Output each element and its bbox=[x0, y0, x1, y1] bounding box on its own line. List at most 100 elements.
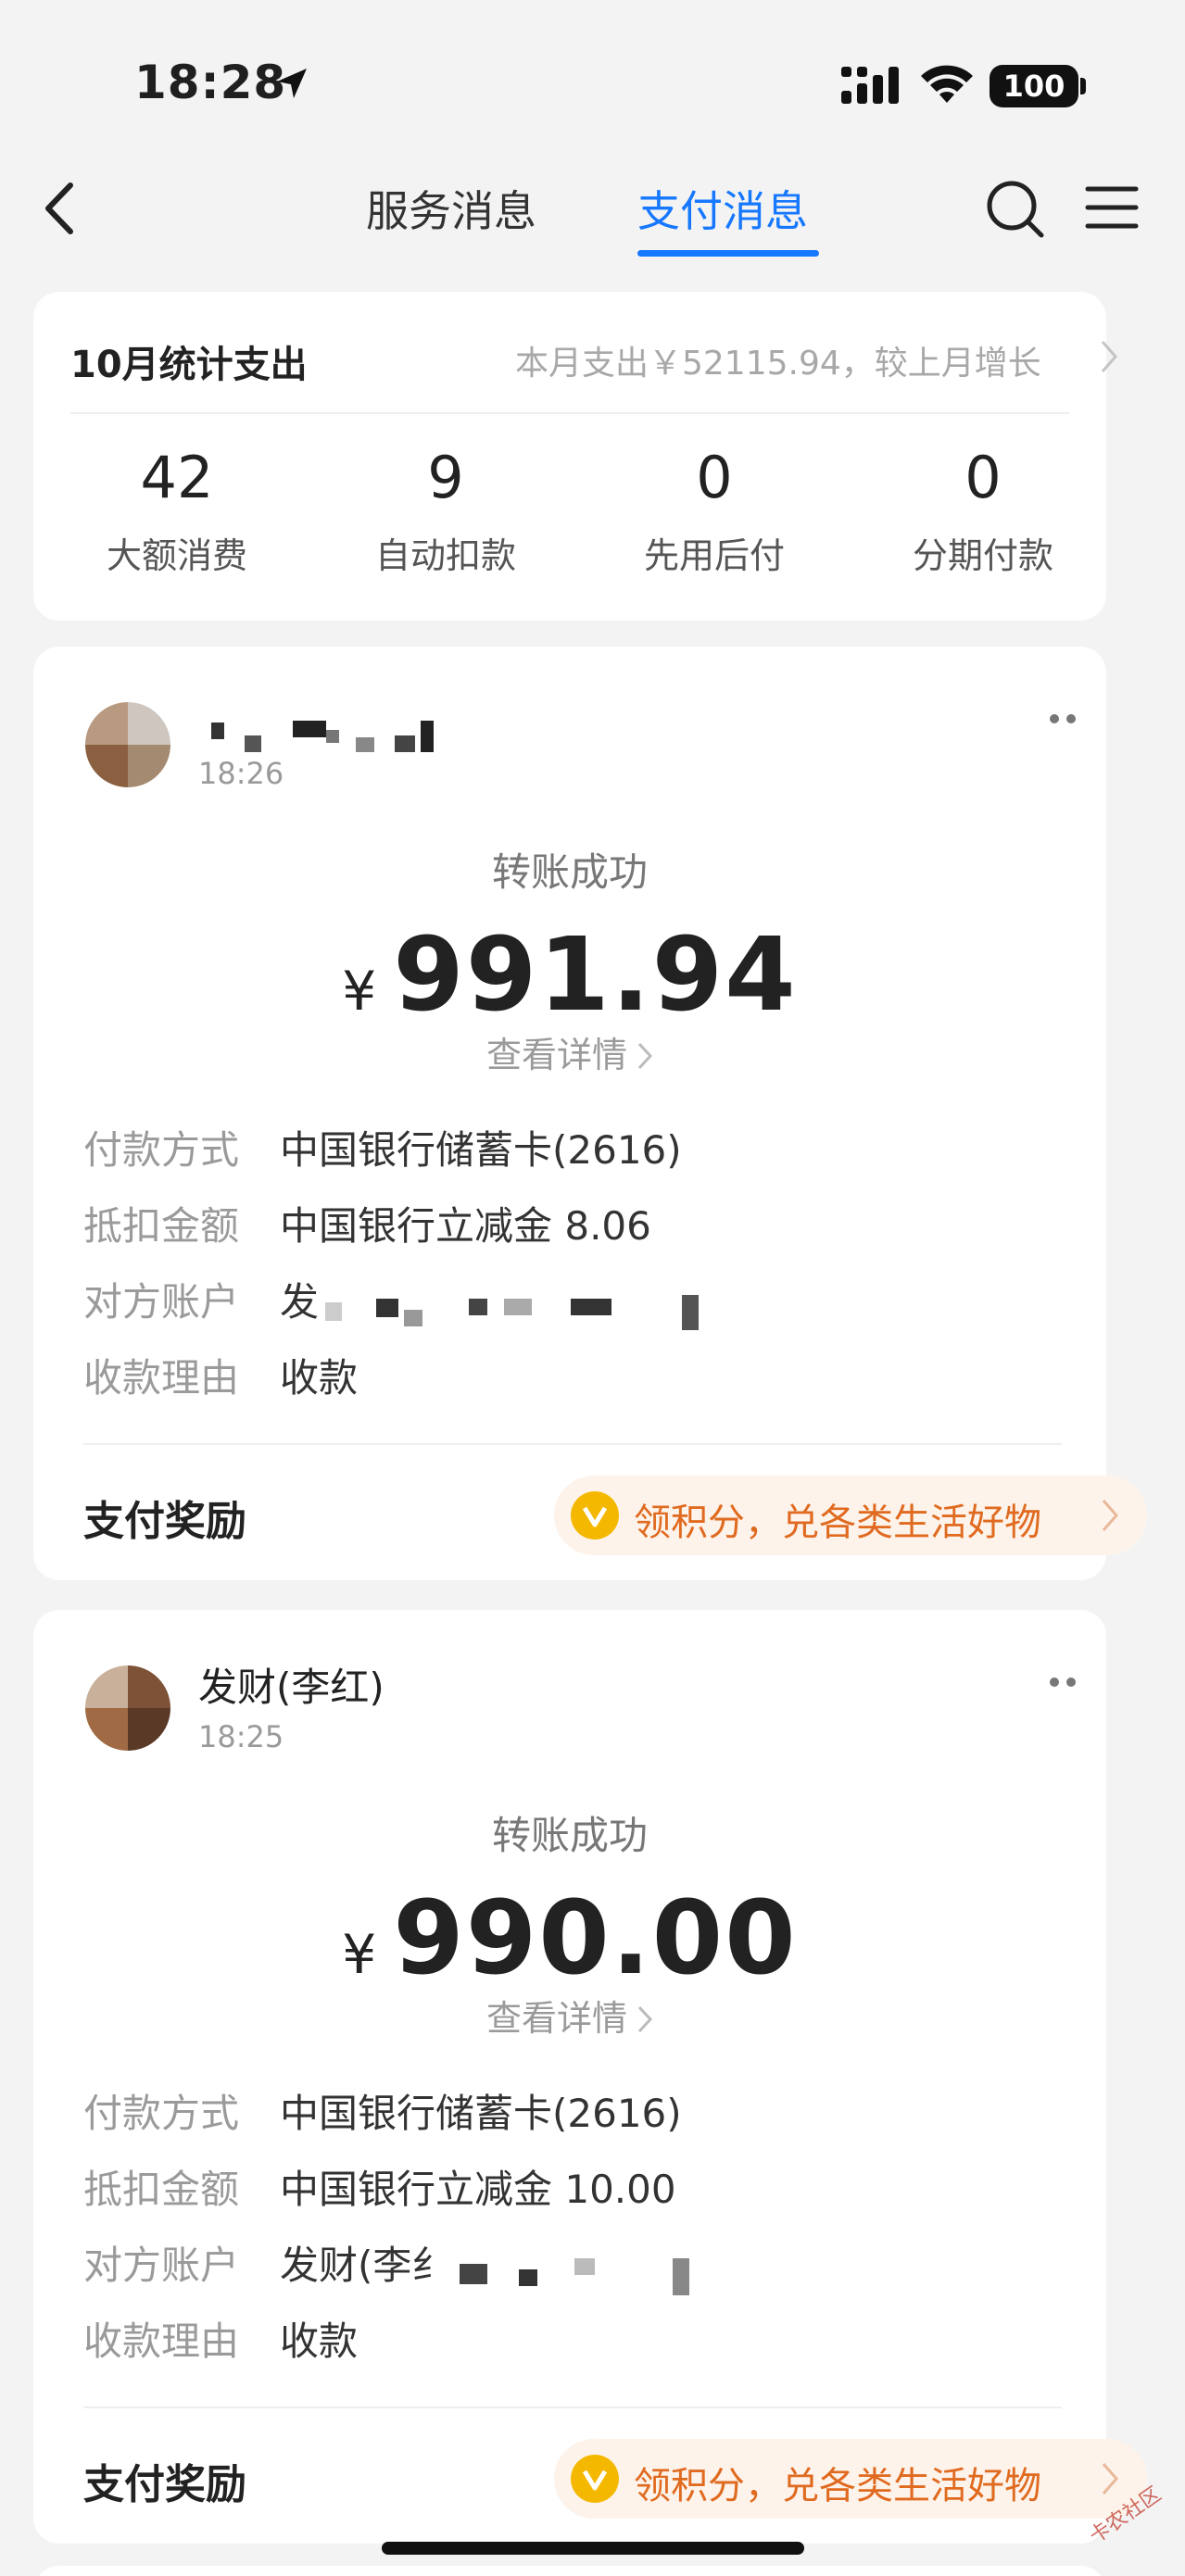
masked-account-pixel bbox=[574, 2258, 595, 2275]
view-details-label: 查看详情 bbox=[485, 1998, 627, 2039]
reward-points-button[interactable]: 领积分，兑各类生活好物 bbox=[554, 2439, 1147, 2519]
field-deduction: 抵扣金额 中国银行立减金 8.06 bbox=[83, 1195, 651, 1251]
divider bbox=[83, 1443, 1062, 1445]
field-label: 收款理由 bbox=[83, 1355, 240, 1401]
view-details-link[interactable]: 查看详情 bbox=[33, 1026, 1106, 1077]
monthly-summary-card[interactable]: 10月统计支出 本月支出￥52115.94，较上月增长 42 大额消费 9 自动… bbox=[33, 292, 1117, 621]
masked-account-pixel bbox=[519, 2269, 537, 2286]
avatar bbox=[85, 702, 170, 787]
divider bbox=[83, 2406, 1062, 2408]
field-value: 收款 bbox=[280, 1355, 359, 1401]
coin-icon bbox=[571, 1491, 619, 1539]
field-counterparty: 对方账户 发财(李纟 bbox=[83, 2234, 450, 2291]
view-details-label: 查看详情 bbox=[485, 1035, 627, 1075]
field-payment-method: 付款方式 中国银行储蓄卡(2616) bbox=[83, 2082, 682, 2139]
reward-label: 支付奖励 bbox=[83, 1498, 246, 1545]
status-time: 18:28 bbox=[134, 56, 287, 109]
field-label: 抵扣金额 bbox=[83, 1203, 240, 1249]
more-options-icon[interactable] bbox=[1045, 1673, 1082, 1691]
coin-icon bbox=[571, 2455, 619, 2503]
masked-account-pixel bbox=[325, 1302, 342, 1321]
nav-bar: 服务消息 支付消息 bbox=[0, 157, 1185, 259]
chevron-right-icon bbox=[637, 2005, 653, 2033]
field-reason: 收款理由 收款 bbox=[83, 1347, 358, 1403]
stat-label: 大额消费 bbox=[106, 535, 247, 576]
stat-value: 0 bbox=[964, 444, 1002, 511]
divider bbox=[70, 412, 1069, 414]
field-label: 付款方式 bbox=[83, 1127, 240, 1173]
field-label: 抵扣金额 bbox=[83, 2167, 240, 2212]
transaction-status: 转账成功 bbox=[491, 849, 648, 895]
tab-payment-messages[interactable]: 支付消息 bbox=[637, 178, 808, 239]
status-bar: 18:28 100 bbox=[0, 0, 1185, 139]
field-value: 收款 bbox=[280, 2318, 359, 2364]
stat-large-spend[interactable]: 42 大额消费 bbox=[43, 449, 311, 578]
amount-row: ¥990.00 bbox=[33, 1879, 1106, 1997]
transaction-time: 18:26 bbox=[198, 756, 284, 791]
view-details-link[interactable]: 查看详情 bbox=[33, 1990, 1106, 2041]
field-deduction: 抵扣金额 中国银行立减金 10.00 bbox=[83, 2158, 676, 2215]
avatar bbox=[85, 1665, 170, 1751]
field-payment-method: 付款方式 中国银行储蓄卡(2616) bbox=[83, 1119, 682, 1175]
chevron-right-icon bbox=[637, 1042, 653, 1070]
field-value: 发财(李纟 bbox=[280, 2243, 451, 2288]
battery-indicator: 100 bbox=[990, 65, 1078, 107]
chevron-right-icon bbox=[1101, 341, 1117, 372]
masked-account-pixel bbox=[682, 1295, 699, 1330]
reward-label: 支付奖励 bbox=[83, 2461, 246, 2508]
transaction-amount: 991.94 bbox=[393, 915, 798, 1034]
masked-sender-name bbox=[211, 711, 452, 754]
stat-value: 0 bbox=[696, 444, 733, 511]
stat-value: 42 bbox=[140, 444, 214, 511]
stat-auto-debit[interactable]: 9 自动扣款 bbox=[311, 449, 580, 578]
stat-installments[interactable]: 0 分期付款 bbox=[849, 449, 1117, 578]
stat-pay-later[interactable]: 0 先用后付 bbox=[580, 449, 849, 578]
field-value: 发 bbox=[280, 1279, 320, 1325]
masked-account-pixel bbox=[571, 1299, 611, 1315]
field-label: 付款方式 bbox=[83, 2091, 240, 2136]
field-label: 收款理由 bbox=[83, 2318, 240, 2364]
field-counterparty: 对方账户发 bbox=[83, 1271, 319, 1327]
menu-icon[interactable] bbox=[1084, 182, 1140, 233]
field-value: 中国银行储蓄卡(2616) bbox=[280, 2091, 682, 2136]
field-label: 对方账户 bbox=[83, 2243, 240, 2288]
amount-row: ¥991.94 bbox=[33, 915, 1106, 1034]
active-tab-indicator bbox=[637, 250, 819, 257]
currency-symbol: ¥ bbox=[342, 1923, 377, 1986]
next-card-peek bbox=[33, 2566, 1106, 2576]
masked-account-pixel bbox=[673, 2258, 689, 2295]
reward-text: 领积分，兑各类生活好物 bbox=[634, 2465, 1041, 2507]
summary-subtitle[interactable]: 本月支出￥52115.94，较上月增长 bbox=[515, 336, 1041, 384]
battery-tip bbox=[1080, 78, 1086, 94]
chevron-right-icon bbox=[1102, 1500, 1118, 1531]
transaction-card[interactable]: 发财(李红) 18:25 转账成功 ¥990.00 查看详情 付款方式 中国银行储… bbox=[33, 1610, 1147, 2544]
home-indicator bbox=[382, 2542, 804, 2555]
tab-service-messages[interactable]: 服务消息 bbox=[366, 178, 536, 239]
field-reason: 收款理由 收款 bbox=[83, 2310, 358, 2367]
field-label: 对方账户 bbox=[83, 1279, 240, 1325]
cellular-signal-icon bbox=[841, 67, 899, 104]
back-arrow-icon[interactable] bbox=[37, 174, 83, 243]
transaction-status: 转账成功 bbox=[491, 1813, 648, 1858]
more-options-icon[interactable] bbox=[1045, 710, 1082, 728]
sender-name: 发财(李红) bbox=[198, 1665, 384, 1710]
masked-account-pixel bbox=[469, 1299, 487, 1315]
transaction-card[interactable]: 18:26 转账成功 ¥991.94 查看详情 付款方式 中国银行储蓄卡(2616… bbox=[33, 647, 1147, 1580]
reward-text: 领积分，兑各类生活好物 bbox=[634, 1502, 1041, 1544]
masked-account-pixel bbox=[376, 1299, 398, 1317]
stat-label: 自动扣款 bbox=[374, 535, 516, 576]
payment-messages-screen: 18:28 100 服务消息 支付消息 10月统计支出 本月支出￥52115.9… bbox=[0, 0, 1185, 2576]
currency-symbol: ¥ bbox=[342, 960, 377, 1023]
summary-title: 10月统计支出 bbox=[70, 344, 308, 386]
wifi-icon bbox=[921, 65, 973, 103]
stat-label: 分期付款 bbox=[912, 535, 1053, 576]
search-icon[interactable] bbox=[982, 176, 1047, 241]
chevron-right-icon bbox=[1102, 2463, 1118, 2494]
stat-label: 先用后付 bbox=[643, 535, 785, 576]
reward-points-button[interactable]: 领积分，兑各类生活好物 bbox=[554, 1476, 1147, 1555]
field-value: 中国银行立减金 8.06 bbox=[280, 1203, 651, 1249]
masked-account-pixel bbox=[504, 1299, 532, 1315]
transaction-time: 18:25 bbox=[198, 1719, 284, 1754]
masked-account-pixel bbox=[404, 1310, 422, 1326]
masked-account-pixel bbox=[460, 2264, 487, 2284]
